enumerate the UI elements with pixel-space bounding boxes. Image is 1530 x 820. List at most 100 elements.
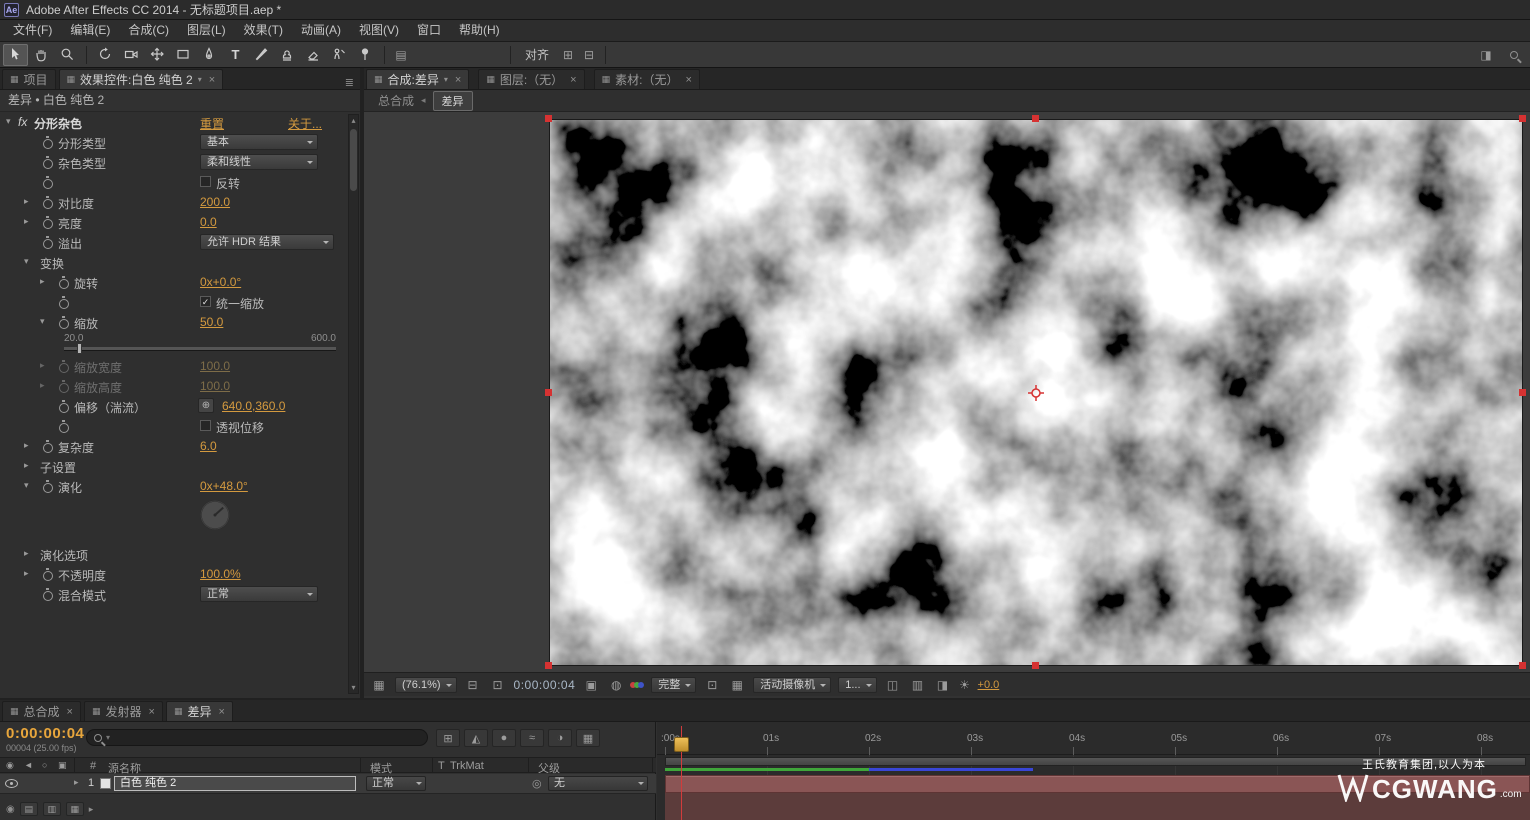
- blend-mode-dropdown[interactable]: 正常: [200, 586, 318, 602]
- graph-editor-icon[interactable]: ▦: [576, 729, 600, 747]
- stopwatch-icon[interactable]: [42, 196, 53, 208]
- workspace-icon[interactable]: ▤: [391, 45, 411, 65]
- prop-value[interactable]: 50.0: [200, 315, 223, 329]
- exposure-value[interactable]: +0.0: [978, 679, 1000, 691]
- exposure-icon[interactable]: ☀: [959, 678, 971, 692]
- breadcrumb-root[interactable]: 总合成: [378, 92, 414, 109]
- brush-tool[interactable]: [249, 44, 274, 66]
- stopwatch-icon[interactable]: [42, 176, 53, 188]
- view-layout-dropdown[interactable]: 1...: [838, 677, 876, 693]
- viewer-timecode[interactable]: 0:00:00:04: [514, 678, 576, 692]
- menu-effect[interactable]: 效果(T): [235, 20, 292, 41]
- stopwatch-icon[interactable]: [42, 568, 53, 580]
- expand-transfer-controls-icon[interactable]: ▥: [43, 802, 61, 816]
- layer-handle-bottom-left[interactable]: [545, 662, 552, 669]
- overflow-dropdown[interactable]: 允许 HDR 结果: [200, 234, 334, 250]
- motion-blur-icon[interactable]: ◑: [548, 729, 572, 747]
- scale-slider[interactable]: [64, 347, 336, 350]
- workspace-switcher-icon[interactable]: ◨: [1476, 45, 1496, 65]
- transparency-grid-icon[interactable]: ▦: [728, 678, 746, 692]
- twirl-icon[interactable]: ▸: [24, 440, 29, 451]
- stopwatch-icon[interactable]: [58, 420, 69, 432]
- layer-name[interactable]: 白色 纯色 2: [114, 776, 356, 791]
- invert-checkbox[interactable]: [200, 176, 211, 187]
- group-label[interactable]: 演化选项: [40, 547, 88, 564]
- region-of-interest-icon[interactable]: ⊡: [703, 678, 721, 692]
- perspective-offset-checkbox[interactable]: [200, 420, 211, 431]
- unified-camera-tool[interactable]: [119, 44, 144, 66]
- composition-viewport[interactable]: [364, 112, 1530, 672]
- effect-controls-scrollbar[interactable]: ▴ ▾: [348, 114, 359, 694]
- trkmat-column-header[interactable]: TrkMat: [450, 760, 484, 772]
- pen-tool[interactable]: [197, 44, 222, 66]
- layer-twirl-icon[interactable]: ▸: [74, 777, 79, 788]
- resolution-dropdown[interactable]: 完整: [651, 677, 696, 693]
- tab-layer[interactable]: ▦ 图层:（无） ×: [478, 69, 584, 89]
- about-link[interactable]: 关于...: [288, 115, 322, 132]
- twirl-icon[interactable]: ▾: [24, 256, 29, 267]
- camera-view-dropdown[interactable]: 活动摄像机: [753, 677, 831, 693]
- timeline-search-input[interactable]: ▾: [86, 729, 428, 746]
- stopwatch-icon[interactable]: [58, 400, 69, 412]
- scrollbar-thumb[interactable]: [350, 129, 357, 191]
- close-icon[interactable]: ×: [685, 74, 691, 86]
- evolution-dial[interactable]: [198, 498, 232, 532]
- prop-value[interactable]: 100.0%: [200, 567, 241, 581]
- rectangle-tool[interactable]: [171, 44, 196, 66]
- stopwatch-icon[interactable]: [58, 296, 69, 308]
- prop-value[interactable]: 6.0: [200, 439, 217, 453]
- close-icon[interactable]: ×: [209, 74, 215, 86]
- stopwatch-icon[interactable]: [58, 316, 69, 328]
- expand-layer-switches-icon[interactable]: ▤: [20, 802, 38, 816]
- prop-value[interactable]: 640.0,360.0: [222, 399, 285, 413]
- fractal-type-dropdown[interactable]: 基本: [200, 134, 318, 150]
- stopwatch-icon[interactable]: [42, 236, 53, 248]
- show-snapshot-icon[interactable]: ◍: [607, 678, 625, 692]
- close-icon[interactable]: ×: [455, 74, 461, 86]
- composition-marker-icon[interactable]: ◉: [6, 804, 15, 815]
- reset-link[interactable]: 重置: [200, 115, 224, 132]
- align-vertical-icon[interactable]: ⊟: [579, 45, 599, 65]
- stopwatch-icon[interactable]: [42, 440, 53, 452]
- menu-view[interactable]: 视图(V): [350, 20, 408, 41]
- twirl-icon[interactable]: ▸: [24, 216, 29, 227]
- stopwatch-icon[interactable]: [42, 588, 53, 600]
- stopwatch-icon[interactable]: [42, 156, 53, 168]
- layer-handle-top-center[interactable]: [1032, 115, 1039, 122]
- noise-type-dropdown[interactable]: 柔和线性: [200, 154, 318, 170]
- chevron-down-icon[interactable]: ▾: [106, 733, 110, 742]
- stopwatch-icon[interactable]: [42, 136, 53, 148]
- layer-handle-mid-right[interactable]: [1519, 389, 1526, 396]
- tab-project[interactable]: ▦ 项目: [2, 69, 56, 89]
- current-time-indicator[interactable]: [674, 737, 689, 752]
- fast-preview-icon[interactable]: ▥: [909, 678, 927, 692]
- twirl-icon[interactable]: ▾: [24, 480, 29, 491]
- stopwatch-icon[interactable]: [42, 480, 53, 492]
- align-horizontal-icon[interactable]: ⊞: [558, 45, 578, 65]
- tab-effect-controls[interactable]: ▦ 效果控件:白色 纯色 2 ▾ ×: [59, 69, 224, 89]
- twirl-icon[interactable]: ▾: [40, 316, 45, 327]
- layer-handle-bottom-center[interactable]: [1032, 662, 1039, 669]
- menu-composition[interactable]: 合成(C): [119, 20, 178, 41]
- uniform-scaling-checkbox[interactable]: ✓: [200, 296, 211, 307]
- layer-handle-top-left[interactable]: [545, 115, 552, 122]
- type-tool[interactable]: T: [223, 44, 248, 66]
- zoom-tool[interactable]: [55, 44, 80, 66]
- current-timecode[interactable]: 0:00:00:04: [6, 725, 84, 742]
- menu-animation[interactable]: 动画(A): [292, 20, 350, 41]
- pick-whip-icon[interactable]: ◎: [532, 777, 542, 790]
- effect-name[interactable]: 分形杂色: [34, 115, 82, 132]
- tab-comp-emitter[interactable]: ▦ 发射器 ×: [84, 701, 163, 721]
- group-label[interactable]: 变换: [40, 255, 64, 272]
- layer-row[interactable]: ▸ 1 白色 纯色 2 正常 ◎ 无: [0, 774, 656, 794]
- twirl-icon[interactable]: ▸: [24, 548, 29, 559]
- selection-tool[interactable]: [3, 44, 28, 66]
- tab-comp-main[interactable]: ▦ 总合成 ×: [2, 701, 81, 721]
- snapshot-icon[interactable]: ▣: [582, 678, 600, 692]
- hand-tool[interactable]: [29, 44, 54, 66]
- twirl-icon[interactable]: ▸: [24, 460, 29, 471]
- stopwatch-icon[interactable]: [42, 216, 53, 228]
- expand-in-out-columns-icon[interactable]: ▦: [66, 802, 84, 816]
- menu-file[interactable]: 文件(F): [4, 20, 61, 41]
- twirl-icon[interactable]: ▸: [24, 568, 29, 579]
